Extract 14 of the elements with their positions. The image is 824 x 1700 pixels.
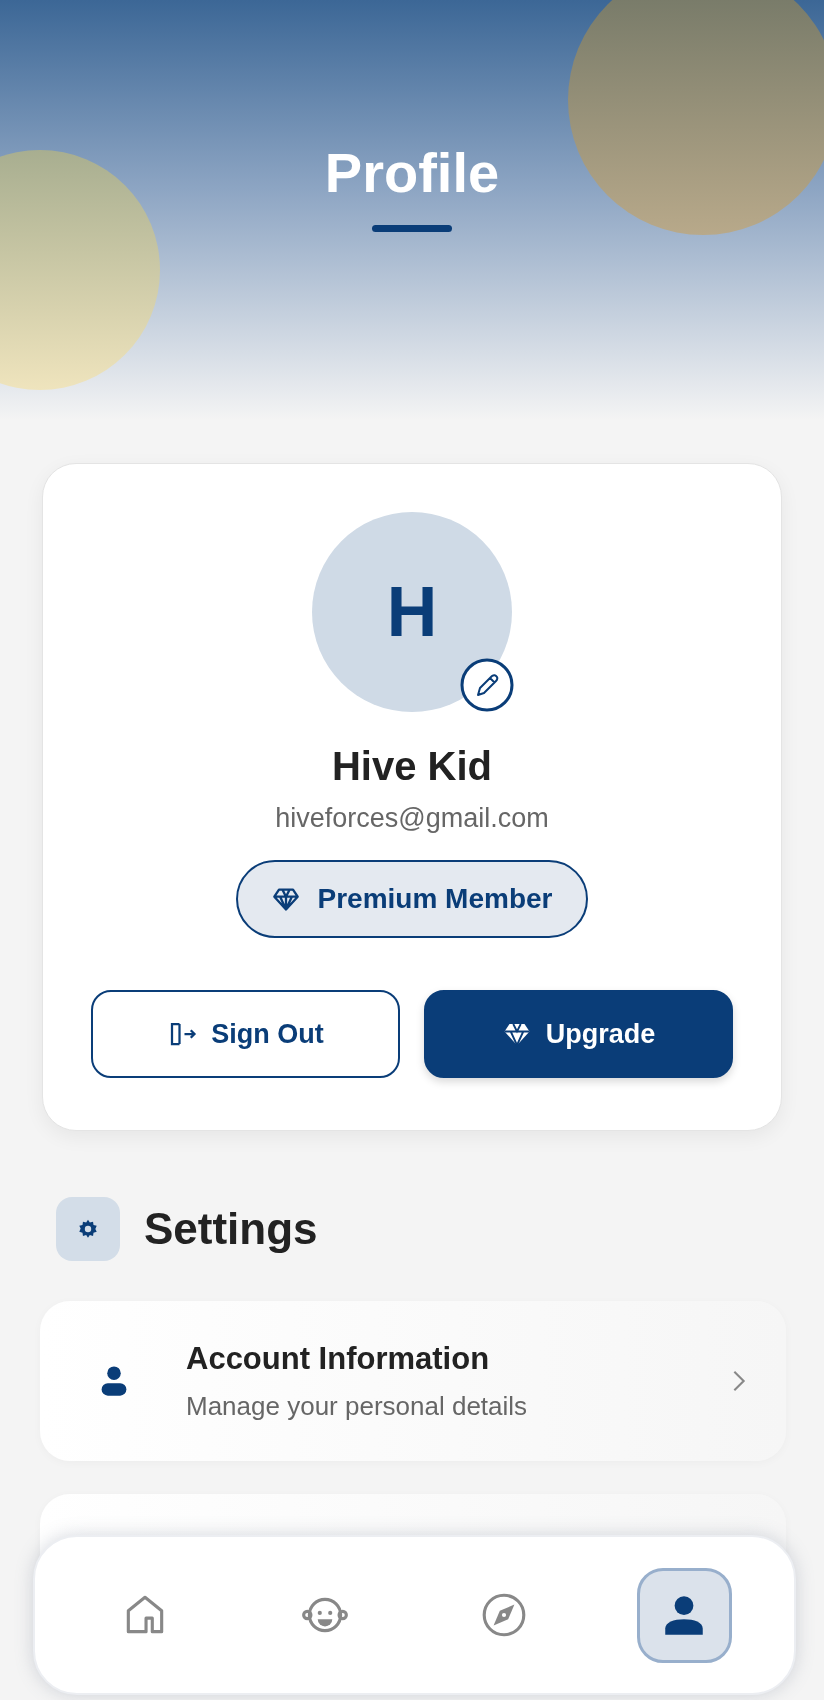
page-title: Profile [324,140,500,205]
sign-out-button[interactable]: Sign Out [91,990,400,1078]
edit-pencil-icon[interactable] [460,658,514,712]
item-title: Account Information [186,1340,491,1377]
user-email: hiveforces@gmail.com [275,803,549,834]
avatar-initial: H [386,572,438,652]
user-name: Hive Kid [331,744,492,789]
chevron-right-icon [732,1369,746,1393]
section-title: Settings [144,1204,318,1254]
settings-icon [56,1197,120,1261]
badge-label: Premium Member [317,883,553,915]
profile-tab[interactable] [636,1567,732,1663]
item-subtitle: Manage your personal details [186,1390,529,1422]
upgrade-button[interactable]: Upgrade [424,990,733,1078]
